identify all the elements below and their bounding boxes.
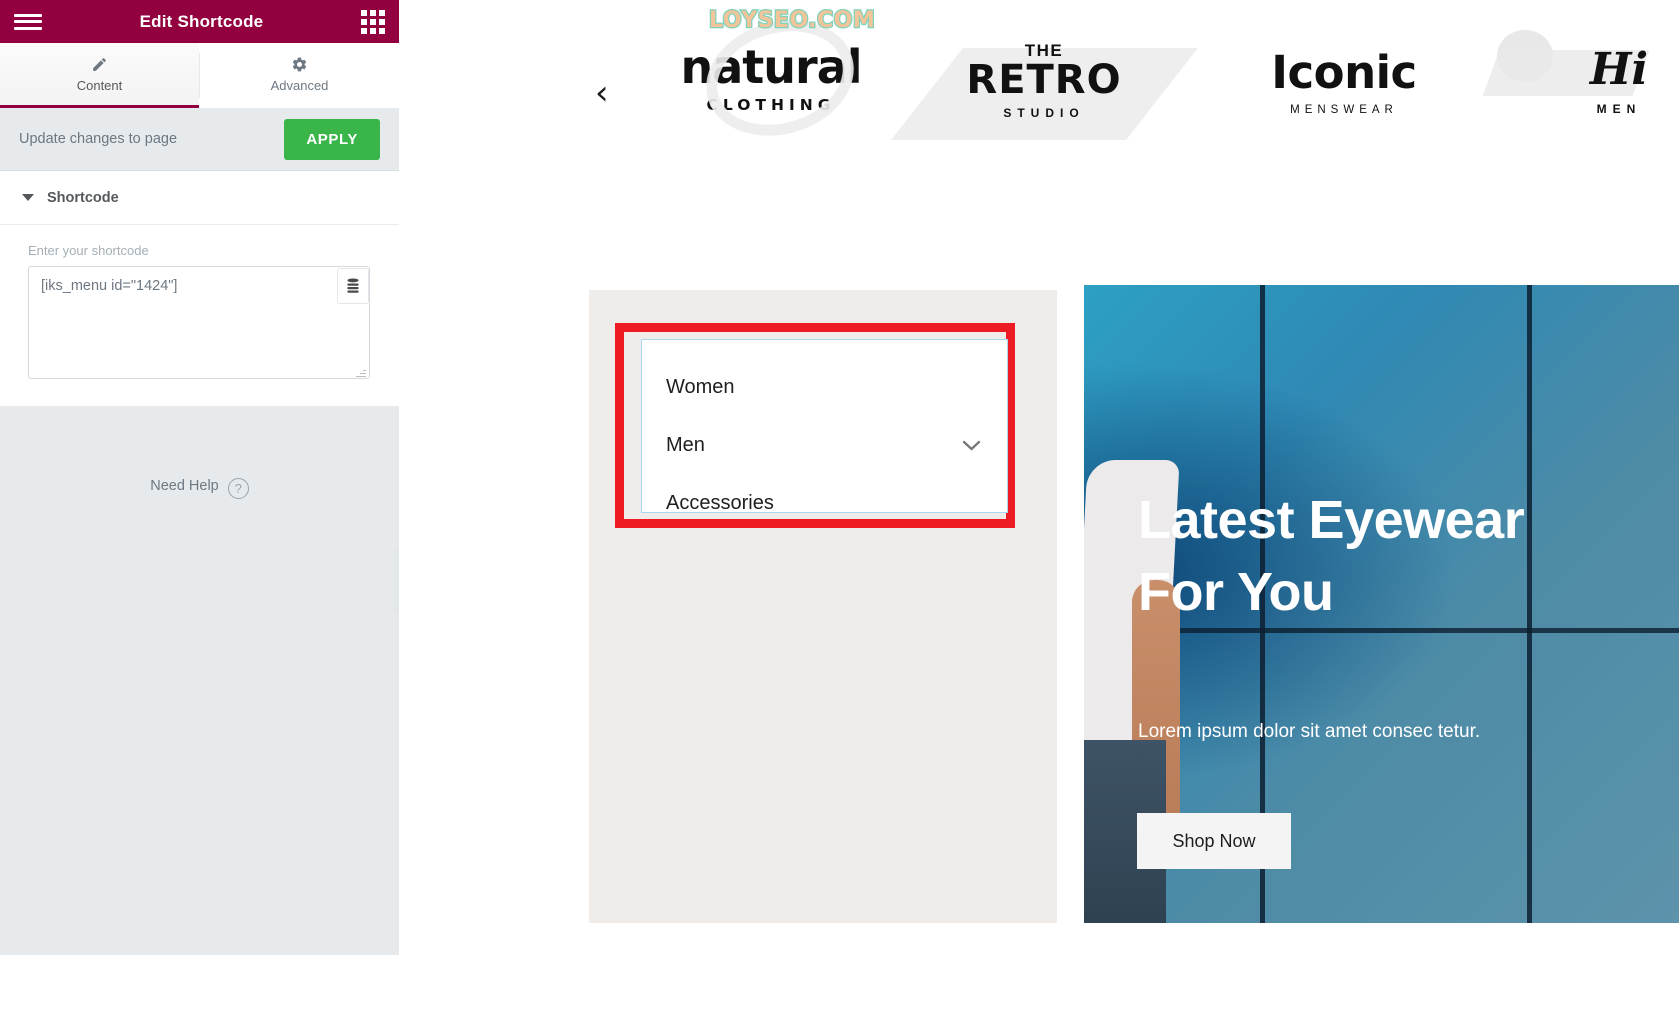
hero-title: Latest Eyewear For You — [1138, 490, 1525, 622]
page-title: Edit Shortcode — [139, 11, 264, 31]
hero-banner: Latest Eyewear For You Lorem ipsum dolor… — [1084, 285, 1679, 923]
chevron-down-icon[interactable] — [962, 440, 981, 451]
shortcode-control: Enter your shortcode — [0, 225, 399, 407]
shortcode-section-header[interactable]: Shortcode — [0, 171, 399, 225]
logo-hip-sub: MEN — [1596, 102, 1642, 116]
menu-item-men[interactable]: Men — [642, 416, 1007, 474]
tab-content[interactable]: Content — [0, 43, 199, 108]
logo-natural-clothing: natural CLOTHING — [671, 3, 871, 153]
shortcode-field-label: Enter your shortcode — [28, 243, 149, 258]
shortcode-section-title: Shortcode — [47, 189, 119, 206]
need-help-label: Need Help — [150, 478, 219, 494]
question-circle-icon[interactable]: ? — [227, 478, 249, 499]
shop-now-button[interactable]: Shop Now — [1137, 813, 1291, 869]
logo-the-retro-studio: THE RETRO STUDIO — [891, 42, 1198, 140]
editor-tabs: Content Advanced — [0, 43, 399, 108]
shortcode-input-wrapper — [28, 266, 371, 384]
logo-hip-word: Hi — [1589, 44, 1649, 95]
logo-hip-menswear: Hi MEN — [1482, 44, 1679, 116]
iks-menu-widget: Women Men Accessories — [641, 339, 1008, 514]
update-changes-label: Update changes to page — [19, 131, 178, 147]
tab-advanced-label: Advanced — [270, 78, 329, 93]
shortcode-input[interactable] — [28, 266, 370, 379]
need-help-block[interactable]: Need Help ? — [0, 407, 399, 955]
carousel-prev-icon[interactable]: ‹ — [595, 76, 609, 110]
logo-iconic-sub: MENSWEAR — [1290, 104, 1398, 116]
logo-iconic-menswear: Iconic MENSWEAR — [1244, 50, 1444, 116]
tab-advanced[interactable]: Advanced — [200, 43, 399, 108]
tab-content-label: Content — [76, 78, 123, 93]
hamburger-menu-icon[interactable] — [14, 11, 42, 33]
shortcode-editor-panel: Edit Shortcode Content Advanced Update c — [0, 0, 399, 955]
page-preview: ‹ natural CLOTHING THE RETRO STUDIO Icon… — [399, 0, 1679, 1024]
logo-carousel: ‹ natural CLOTHING THE RETRO STUDIO Icon… — [399, 0, 1679, 200]
menu-item-accessories[interactable]: Accessories — [642, 474, 1007, 532]
screen-root: Edit Shortcode Content Advanced Update c — [0, 0, 1679, 1024]
database-icon[interactable] — [337, 268, 369, 304]
logo-retro-word: RETRO — [966, 57, 1122, 103]
apply-button[interactable]: APPLY — [284, 118, 380, 160]
logo-iconic-word: Iconic — [1271, 46, 1417, 99]
menu-item-women[interactable]: Women — [642, 358, 1007, 416]
loyseo-watermark: LOYSEO.COM — [708, 7, 876, 35]
gear-icon — [291, 55, 308, 73]
caret-down-icon — [22, 194, 34, 201]
menu-item-label: Women — [666, 375, 735, 398]
apps-grid-icon[interactable] — [360, 9, 385, 34]
menu-item-label: Men — [666, 433, 705, 456]
apply-changes-row: Update changes to page APPLY — [0, 108, 399, 171]
logo-retro-sub: STUDIO — [1003, 106, 1085, 120]
hero-subtitle: Lorem ipsum dolor sit amet consec tetur. — [1138, 721, 1481, 742]
panel-header: Edit Shortcode — [0, 0, 399, 43]
pencil-icon — [91, 55, 108, 73]
menu-item-label: Accessories — [666, 491, 774, 514]
